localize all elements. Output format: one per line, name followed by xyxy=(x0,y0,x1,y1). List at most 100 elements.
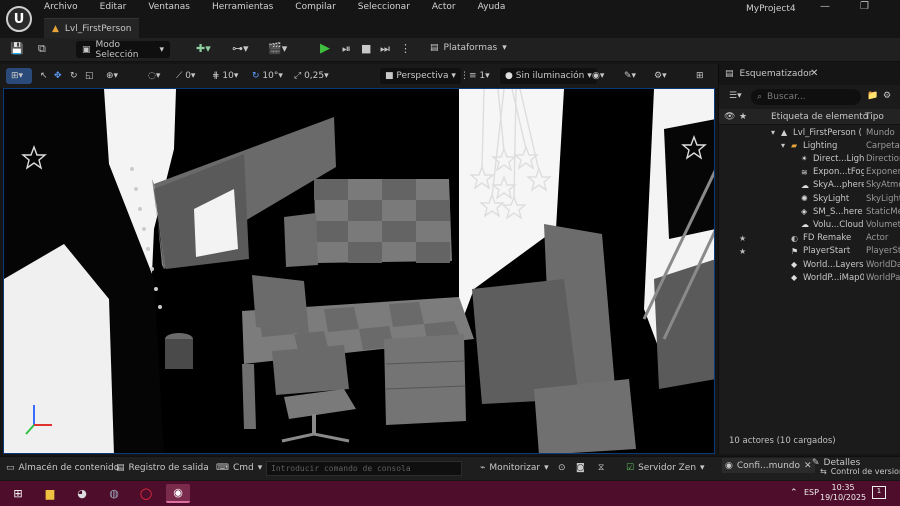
rotation-snap[interactable]: ↻ 10° ▾ xyxy=(252,68,283,84)
minimize-icon[interactable]: — xyxy=(820,1,830,12)
level-viewport[interactable] xyxy=(3,88,715,454)
blueprint-icon[interactable]: ⊶▾ xyxy=(232,42,249,55)
outliner-row[interactable]: ☁ Volu...CloudVolumetr xyxy=(719,218,900,231)
angle-snap-icon: ⟋ xyxy=(176,71,183,81)
outliner-tab[interactable]: ▤ Esquematizador ✕ xyxy=(719,64,900,85)
windows-start-icon[interactable]: ⊞ xyxy=(6,484,30,503)
star-icon[interactable]: ★ xyxy=(739,247,746,256)
camera-record-icon[interactable]: ◙ xyxy=(576,463,585,473)
lighting-mode-label: Sin iluminación xyxy=(515,71,585,81)
unreal-taskbar-icon[interactable]: ◉ xyxy=(166,484,190,503)
translate-tool-icon[interactable]: ✥ xyxy=(54,68,62,84)
menu-ayuda[interactable]: Ayuda xyxy=(478,2,506,12)
unreal-logo-icon[interactable]: U xyxy=(6,6,32,32)
menu-compilar[interactable]: Compilar xyxy=(295,2,336,12)
star-icon[interactable]: ★ xyxy=(739,112,747,122)
console-input[interactable]: Introducir comando de consola xyxy=(266,461,462,476)
chevron-down-icon[interactable]: ▾ xyxy=(781,141,785,150)
outliner-row-type: Exponen xyxy=(866,167,900,178)
viewport-options-button[interactable]: ⊞▾ xyxy=(6,68,32,84)
column-type-header[interactable]: Tipo xyxy=(865,112,884,122)
gear-icon[interactable]: ⚙▾ xyxy=(654,68,667,84)
maximize-icon[interactable]: ❐ xyxy=(860,1,869,12)
outliner-row[interactable]: ▾ ▲ Lvl_FirstPerson (Mundo xyxy=(719,126,900,139)
discord-icon[interactable]: ◕ xyxy=(70,484,94,503)
outliner-row[interactable]: ☁ SkyA...phere SkyAtmo xyxy=(719,179,900,192)
notifications-badge[interactable]: 1 xyxy=(872,486,886,499)
visibility-icon[interactable]: 👁 xyxy=(724,112,735,122)
select-tool-icon[interactable]: ↖ xyxy=(40,68,48,84)
close-icon[interactable]: ✕ xyxy=(810,68,818,79)
step-icon[interactable]: ⏯ xyxy=(342,42,351,56)
launch-icon[interactable]: ⏭ xyxy=(380,42,390,56)
chevron-down-icon: ▾ xyxy=(159,44,164,55)
tab-world-settings[interactable]: ◉ Confi...mundo ✕ xyxy=(722,458,815,473)
menu-archivo[interactable]: Archivo xyxy=(44,2,78,12)
menu-actor[interactable]: Actor xyxy=(432,2,456,12)
tray-chevron-up-icon[interactable]: ⌃ xyxy=(790,488,798,498)
rotate-tool-icon[interactable]: ↻ xyxy=(70,68,78,84)
close-icon: ✕ xyxy=(804,460,812,471)
camera-speed[interactable]: ⋮≡ 1 ▾ xyxy=(460,68,490,84)
outliner-row[interactable]: ◈ SM_S...here StaticMe xyxy=(719,205,900,218)
firefox-icon[interactable]: ◍ xyxy=(102,484,126,503)
layout-icon[interactable]: ⊞ xyxy=(696,68,704,84)
outliner-row[interactable]: ◆ World...Layers WorldDa xyxy=(719,258,900,271)
small-box xyxy=(284,213,318,267)
zen-server-button[interactable]: ☑ Servidor Zen ▾ xyxy=(626,463,705,473)
column-label-header[interactable]: Etiqueta de elemento xyxy=(771,112,868,122)
angle-snap-value: 0 xyxy=(185,71,191,81)
gear-icon[interactable]: ⚙ xyxy=(883,91,891,101)
world-space-icon[interactable]: ⊕▾ xyxy=(106,68,118,84)
outliner-row[interactable]: ◆ WorldP...iMap0 WorldPa xyxy=(719,271,900,284)
outliner-row[interactable]: ✺ SkyLight SkyLight xyxy=(719,192,900,205)
add-actor-icon[interactable]: ✚▾ xyxy=(196,42,211,55)
file-explorer-icon[interactable]: ▆ xyxy=(38,484,62,503)
hourglass-icon[interactable]: ⧖ xyxy=(598,463,604,473)
angle-snap[interactable]: ⟋ 0 ▾ xyxy=(176,68,195,84)
opera-icon[interactable]: ◯ xyxy=(134,484,158,503)
tray-clock[interactable]: 10:35 19/10/2025 xyxy=(820,483,866,503)
outliner-row[interactable]: ▾ ▰ Lighting Carpeta xyxy=(719,139,900,152)
menu-herramientas[interactable]: Herramientas xyxy=(212,2,273,12)
scale-tool-icon[interactable]: ◱ xyxy=(85,68,94,84)
main-toolbar: 💾 ⧉ ▣ Modo Selección ▾ ✚▾ ⊶▾ 🎬▾ ▶ ⏯ ■ ⏭ … xyxy=(0,38,900,62)
menu-seleccionar[interactable]: Seleccionar xyxy=(358,2,410,12)
surface-snap-icon[interactable]: ◌▾ xyxy=(148,68,160,84)
star-icon[interactable]: ★ xyxy=(739,234,746,243)
menu-ventanas[interactable]: Ventanas xyxy=(148,2,190,12)
browse-icon[interactable]: ⧉ xyxy=(38,42,46,56)
language-indicator[interactable]: ESP xyxy=(804,488,819,497)
level-tab[interactable]: ▲ Lvl_FirstPerson xyxy=(44,18,140,38)
version-control-button[interactable]: ⇆Control de versiones xyxy=(820,467,900,476)
scale-snap[interactable]: ⤢ 0,25 ▾ xyxy=(294,68,329,84)
outliner-row[interactable]: ★ ⚑ PlayerStart PlayerSt xyxy=(719,245,900,258)
platforms-button[interactable]: ▤ Plataformas ▾ xyxy=(430,43,507,53)
more-options-icon[interactable]: ⋮ xyxy=(400,42,411,55)
play-icon[interactable]: ▶ xyxy=(320,41,330,56)
trace-icon[interactable]: ⊙ xyxy=(558,463,566,473)
filter-icon[interactable]: ☰▾ xyxy=(729,91,742,101)
output-log-button[interactable]: ▤ Registro de salida xyxy=(116,463,209,473)
save-icon[interactable]: 💾 xyxy=(10,42,24,55)
menu-editar[interactable]: Editar xyxy=(100,2,127,12)
show-flags-icon[interactable]: ◉▾ xyxy=(592,68,604,84)
mode-selector-button[interactable]: ▣ Modo Selección ▾ xyxy=(76,40,170,60)
add-folder-icon[interactable]: 📁 xyxy=(867,91,878,101)
chevron-down-icon[interactable]: ▾ xyxy=(771,128,775,137)
cinematics-icon[interactable]: 🎬▾ xyxy=(268,42,287,55)
outliner-row[interactable]: ✴ Direct...LightDirection xyxy=(719,152,900,165)
outliner-row[interactable]: ≋ Expon...tFog Exponen xyxy=(719,166,900,179)
outliner-row[interactable]: ★ ◐ FD Remake Actor xyxy=(719,232,900,245)
search-input[interactable]: ⌕ Buscar... xyxy=(751,89,861,105)
cmd-button[interactable]: ⌨ Cmd ▾ xyxy=(216,463,262,473)
grid-snap[interactable]: ⋕ 10 ▾ xyxy=(212,68,238,84)
outliner-row-type: WorldDa xyxy=(866,259,900,270)
content-drawer-button[interactable]: ▭ Almacén de contenido xyxy=(6,463,119,473)
monitor-button[interactable]: ⌁ Monitorizar ▾ xyxy=(480,463,549,473)
view-mode-button[interactable]: ■ Perspectiva ▾ xyxy=(380,68,461,84)
stop-icon[interactable]: ■ xyxy=(361,42,371,55)
chevron-down-icon: ▾ xyxy=(544,463,549,473)
settings-icon[interactable]: ✎▾ xyxy=(624,68,636,84)
lighting-mode-button[interactable]: ● Sin iluminación ▾ xyxy=(500,68,597,84)
